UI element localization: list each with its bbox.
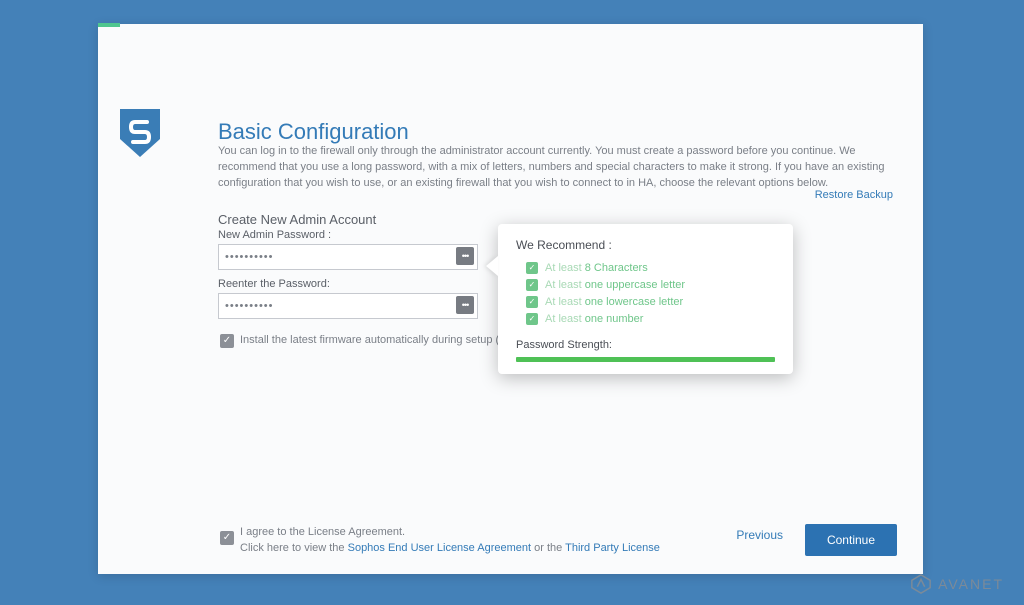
toggle-password-visibility-icon[interactable]: ••• [456,247,474,265]
firmware-checkbox[interactable]: ✓ [220,334,234,348]
window-accent [98,23,120,27]
requirement-item: ✓ At least 8 Characters [526,262,775,274]
tooltip-title: We Recommend : [516,238,775,252]
reenter-password-label: Reenter the Password: [218,278,330,290]
new-password-input[interactable] [218,244,478,270]
requirement-item: ✓ At least one lowercase letter [526,296,775,308]
check-icon: ✓ [526,313,538,325]
new-password-label: New Admin Password : [218,229,331,241]
sophos-eula-link[interactable]: Sophos End User License Agreement [348,542,531,554]
tooltip-arrow [486,256,498,276]
main-panel: Basic Configuration You can log in to th… [98,24,923,574]
firmware-label: Install the latest firmware automaticall… [240,334,509,346]
check-icon: ✓ [526,262,538,274]
strength-label: Password Strength: [516,339,775,351]
requirement-item: ✓ At least one number [526,313,775,325]
license-text: I agree to the License Agreement. Click … [240,525,660,556]
page-description: You can log in to the firewall only thro… [218,144,908,192]
password-recommendation-tooltip: We Recommend : ✓ At least 8 Characters ✓… [498,224,793,374]
check-icon: ✓ [526,279,538,291]
strength-bar [516,357,775,362]
check-icon: ✓ [526,296,538,308]
avanet-logo-icon [910,573,932,595]
toggle-password-visibility-icon[interactable]: ••• [456,296,474,314]
page-title: Basic Configuration [218,119,409,145]
section-heading: Create New Admin Account [218,212,376,227]
sophos-shield-logo [120,109,160,157]
previous-button[interactable]: Previous [728,520,791,550]
restore-backup-link[interactable]: Restore Backup [815,189,893,201]
third-party-license-link[interactable]: Third Party License [565,542,660,554]
continue-button[interactable]: Continue [805,524,897,556]
avanet-watermark: AVANET [910,573,1004,595]
reenter-password-input[interactable] [218,293,478,319]
license-checkbox[interactable]: ✓ [220,531,234,545]
requirement-item: ✓ At least one uppercase letter [526,279,775,291]
